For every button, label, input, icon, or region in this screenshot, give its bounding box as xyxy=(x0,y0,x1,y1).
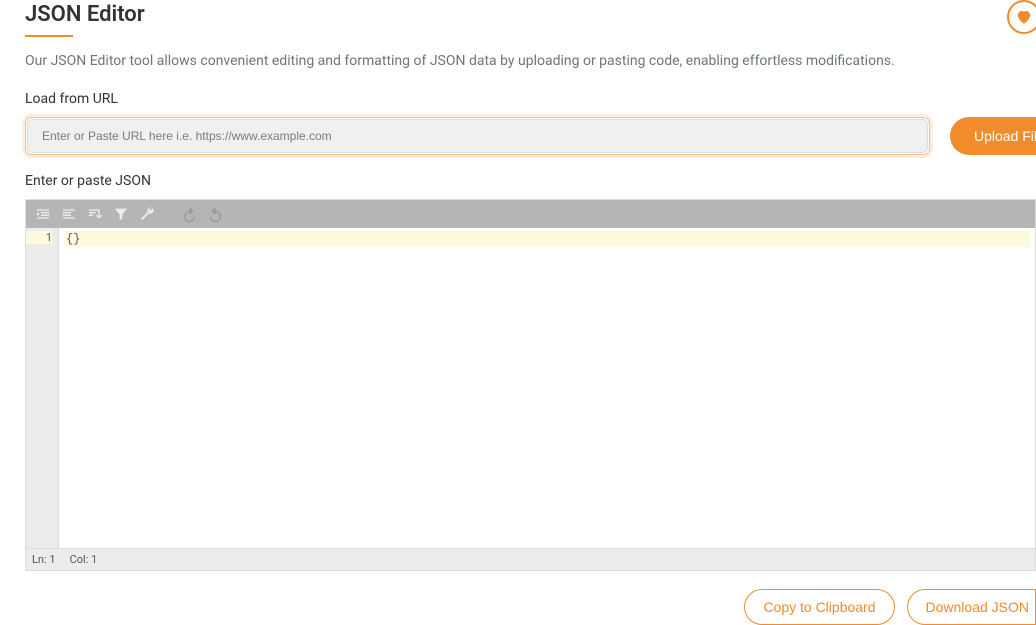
indent-left-icon[interactable] xyxy=(60,205,78,223)
status-col: Col: 1 xyxy=(70,553,98,566)
download-button[interactable]: Download JSON xyxy=(907,589,1036,625)
wrench-icon[interactable] xyxy=(138,205,156,223)
url-input[interactable] xyxy=(27,119,928,153)
editor-statusbar: Ln: 1 Col: 1 xyxy=(26,548,1035,570)
favorite-badge[interactable] xyxy=(1007,0,1036,34)
status-line: Ln: 1 xyxy=(32,553,56,566)
line-number: 1 xyxy=(26,231,52,244)
json-editor: 1 {} Ln: 1 Col: 1 xyxy=(25,199,1036,571)
editor-content[interactable]: {} xyxy=(59,228,1035,548)
sort-icon[interactable] xyxy=(86,205,104,223)
page-description: Our JSON Editor tool allows convenient e… xyxy=(25,53,1036,69)
editor-gutter: 1 xyxy=(26,228,59,548)
editor-body[interactable]: 1 {} xyxy=(26,228,1035,548)
url-input-container xyxy=(25,117,930,155)
redo-icon xyxy=(206,205,224,223)
editor-label: Enter or paste JSON xyxy=(25,173,1036,189)
undo-icon xyxy=(180,205,198,223)
page-title: JSON Editor xyxy=(25,0,145,35)
editor-toolbar xyxy=(26,200,1035,228)
copy-button[interactable]: Copy to Clipboard xyxy=(744,589,894,625)
filter-icon[interactable] xyxy=(112,205,130,223)
upload-file-button[interactable]: Upload File xyxy=(950,117,1036,155)
bottom-actions: Copy to Clipboard Download JSON xyxy=(25,589,1036,625)
heart-icon xyxy=(1015,8,1033,26)
editor-text: {} xyxy=(64,231,1030,247)
url-label: Load from URL xyxy=(25,91,1036,107)
upload-button-label: Upload File xyxy=(974,128,1036,144)
title-underline xyxy=(25,35,73,37)
indent-right-icon[interactable] xyxy=(34,205,52,223)
